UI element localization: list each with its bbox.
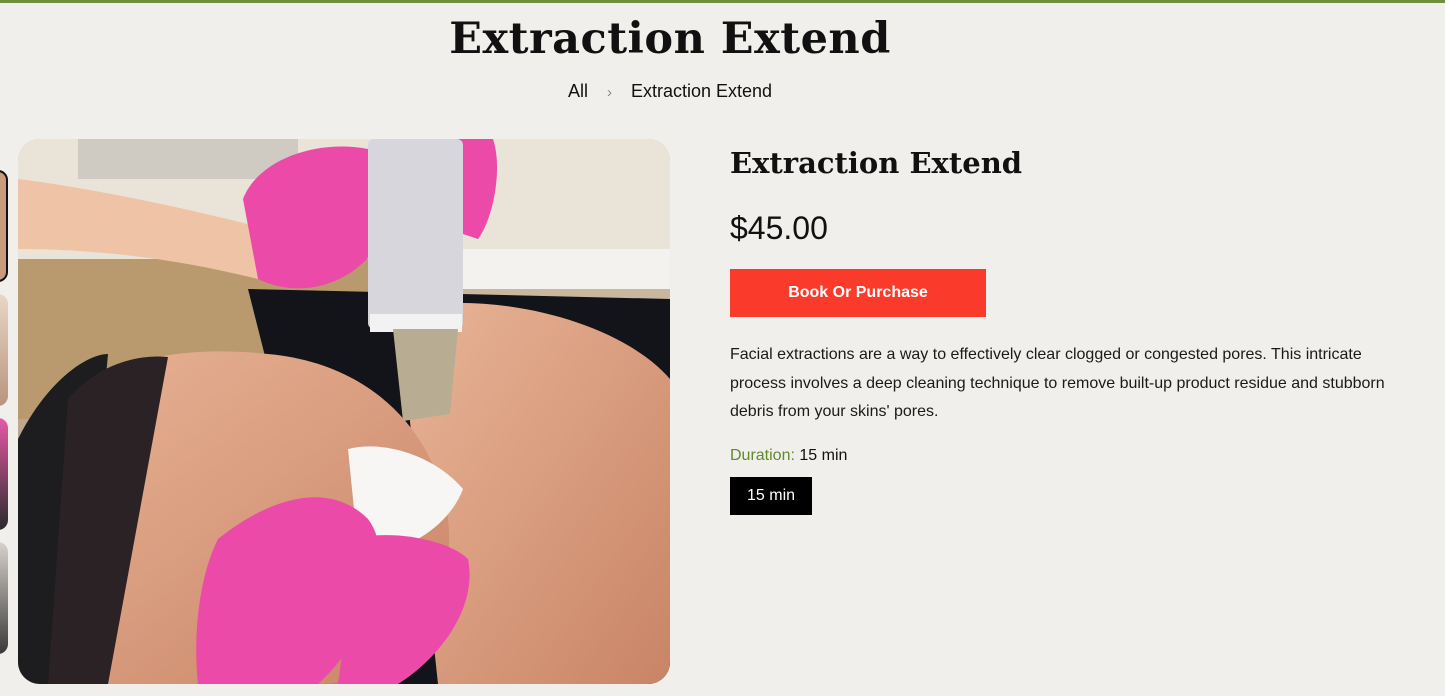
breadcrumb-current: Extraction Extend: [630, 81, 773, 101]
breadcrumb: All › Extraction Extend: [0, 81, 1340, 102]
product-info: Extraction Extend $45.00 Book Or Purchas…: [730, 140, 1410, 515]
thumbnail-strip: [0, 170, 8, 670]
gallery-thumbnail[interactable]: [0, 418, 8, 530]
breadcrumb-all-link[interactable]: All: [568, 81, 588, 101]
gallery-thumbnail[interactable]: [0, 170, 8, 282]
product-description: Facial extractions are a way to effectiv…: [730, 346, 1385, 420]
gallery-thumbnail[interactable]: [0, 294, 8, 406]
gallery-thumbnail[interactable]: [0, 542, 8, 654]
product-price: $45.00: [730, 210, 828, 246]
duration-label: Duration:: [730, 446, 795, 464]
page-title: Extraction Extend: [449, 14, 891, 64]
main-product-image[interactable]: [18, 139, 670, 684]
duration-row: Duration: 15 min: [730, 447, 1410, 465]
product-title: Extraction Extend: [730, 146, 1023, 180]
duration-option-15-min[interactable]: 15 min: [730, 476, 813, 515]
duration-value: 15 min: [799, 446, 848, 464]
chevron-right-icon: ›: [606, 84, 612, 101]
book-or-purchase-button[interactable]: Book Or Purchase: [730, 269, 986, 317]
top-accent-bar: [0, 0, 1445, 3]
facial-extraction-photo-icon: [18, 139, 670, 684]
